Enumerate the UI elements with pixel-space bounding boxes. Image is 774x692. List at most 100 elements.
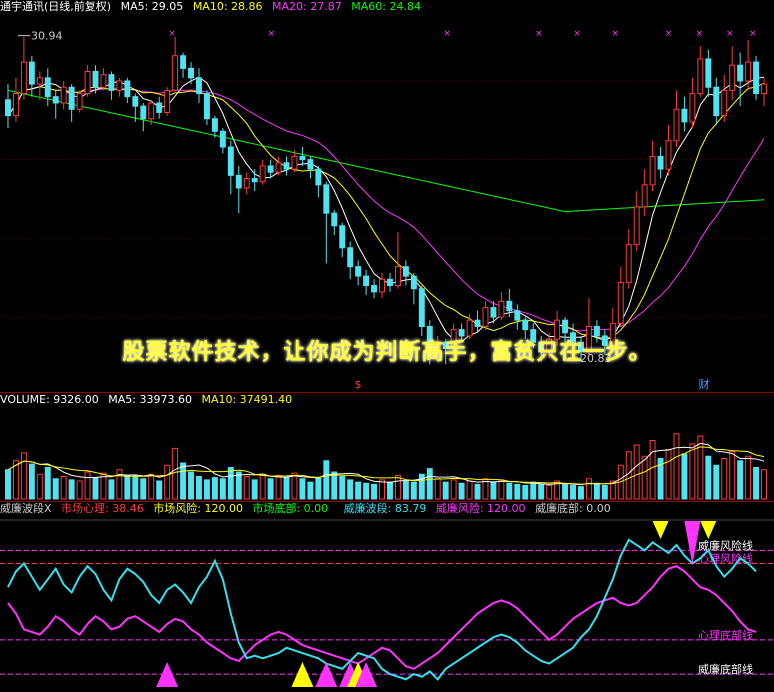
volume-bar-down <box>235 471 242 500</box>
volume-bar-down <box>562 483 569 500</box>
volume-panel: VOLUME: 9326.00 MA5: 33973.60 MA10: 3749… <box>0 393 774 501</box>
volume-bar-down <box>601 485 608 500</box>
candle-down <box>132 96 139 107</box>
vol-ma10-readout: MA10: 37491.40 <box>201 393 293 406</box>
high-price-label: 30.94 <box>31 30 63 43</box>
candle-down <box>347 247 354 268</box>
volume-bar-down <box>156 480 163 500</box>
volume-bar-down <box>92 477 99 500</box>
volume-bar-down <box>108 479 115 500</box>
candle-down <box>68 86 75 110</box>
wl-risk-readout: 威廉风险: 120.00 <box>435 502 526 515</box>
volume-bar-down <box>315 477 322 500</box>
stock-title: 通宇通讯(日线,前复权) <box>0 0 112 13</box>
candle-down <box>180 55 187 69</box>
volume-bar-up <box>291 472 298 500</box>
candle-up <box>291 156 298 170</box>
wl-bottom-readout: 威廉底部: 0.00 <box>535 502 611 515</box>
volume-bar-down <box>339 476 346 500</box>
volume-bar-up <box>76 480 83 500</box>
price-panel: × × × × × × × × × × 30.94 20.83 $ 财 通宇通讯(日线,前复权) MA5:… <box>0 0 774 392</box>
volume-bar-down <box>681 453 688 500</box>
candle-down <box>402 266 409 277</box>
volume-bar-down <box>530 481 537 500</box>
volume-bar-up <box>450 479 457 500</box>
volume-bar-up <box>729 451 736 500</box>
candle-down <box>188 67 194 79</box>
volume-bar-up <box>275 474 282 500</box>
candle-down <box>315 168 322 186</box>
psych-line <box>7 565 757 670</box>
candle-up <box>36 77 43 85</box>
signal-mark: × <box>665 29 673 39</box>
volume-bar-down <box>5 469 11 500</box>
candle-down <box>251 178 258 183</box>
psych-bottom-line-label: 心理底部线 <box>698 628 753 642</box>
candle-down <box>363 275 370 287</box>
indicator-panel: 威廉风险线 心理风险线 心理底部线 威廉底部线 威廉波段X 市场心理: 38.46 市… <box>0 502 774 692</box>
volume-bar-down <box>307 481 314 500</box>
candle-down <box>418 288 425 327</box>
signal-mark: × <box>535 29 543 39</box>
volume-bar-up <box>172 447 179 500</box>
volume-bar-down <box>578 486 584 500</box>
ma60-readout: MA60: 24.84 <box>351 0 421 13</box>
signal-mark: × <box>749 29 757 39</box>
volume-bar-down <box>387 481 393 500</box>
market-bottom-readout: 市场底部: 0.00 <box>252 502 329 515</box>
candle-down <box>52 96 59 104</box>
volume-bar-down <box>593 482 600 500</box>
signal-mark: × <box>443 29 451 39</box>
candle-up <box>76 93 83 110</box>
volume-bar-down <box>323 460 330 500</box>
volume-bar-down <box>538 483 545 500</box>
volume-bar-up <box>20 452 27 500</box>
volume-bar-up <box>546 485 553 500</box>
volume-bar-down <box>188 471 194 500</box>
volume-header: VOLUME: 9326.00 MA5: 33973.60 MA10: 3749… <box>0 393 298 407</box>
volume-bar-down <box>474 483 481 500</box>
finance-marker: 财 <box>699 377 710 391</box>
candle-up <box>633 206 640 246</box>
candle-up <box>745 61 752 82</box>
volume-bar-down <box>124 474 131 500</box>
volume-bar-down <box>371 483 378 500</box>
volume-bar-up <box>625 451 632 500</box>
volume-bar-down <box>426 468 433 500</box>
candle-down <box>5 99 11 117</box>
candle-down <box>490 307 497 318</box>
candle-down <box>92 71 99 88</box>
volume-bar-up <box>466 480 473 500</box>
volume-bar-down <box>514 483 521 500</box>
volume-bar-down <box>203 479 210 500</box>
volume-bar-down <box>196 476 202 500</box>
volume-bar-up <box>148 473 155 500</box>
volume-bar-up <box>633 444 640 500</box>
volume-bar-down <box>211 477 218 500</box>
volume-bar-up <box>379 479 385 500</box>
candle-up <box>148 102 155 120</box>
volume-bar-up <box>697 435 704 500</box>
volume-bar-down <box>410 481 417 500</box>
candle-up <box>761 83 767 95</box>
wl-band-readout: 威廉波段: 83.79 <box>343 502 427 515</box>
volume-bar-down <box>180 462 187 500</box>
wl-risk-line-label: 威廉风险线 <box>698 538 753 552</box>
candle-up <box>673 108 680 142</box>
candle-up <box>84 71 91 95</box>
candle-up <box>243 178 250 189</box>
indicator-header: 威廉波段X 市场心理: 38.46 市场风险: 120.00 市场底部: 0.0… <box>0 502 617 516</box>
volume-bar-up <box>498 479 505 500</box>
candle-down <box>657 156 664 170</box>
candle-up <box>394 266 401 287</box>
candle-up <box>665 140 672 170</box>
volume-bar-down <box>490 481 497 500</box>
volume-bar-up <box>665 449 672 500</box>
candle-up <box>625 244 632 283</box>
candle-down <box>355 266 362 277</box>
volume-bar-up <box>84 471 91 500</box>
event-marker: $ <box>355 378 362 391</box>
candle-up <box>172 55 179 91</box>
volume-bar-up <box>259 473 266 500</box>
volume-bar-up <box>60 476 67 500</box>
